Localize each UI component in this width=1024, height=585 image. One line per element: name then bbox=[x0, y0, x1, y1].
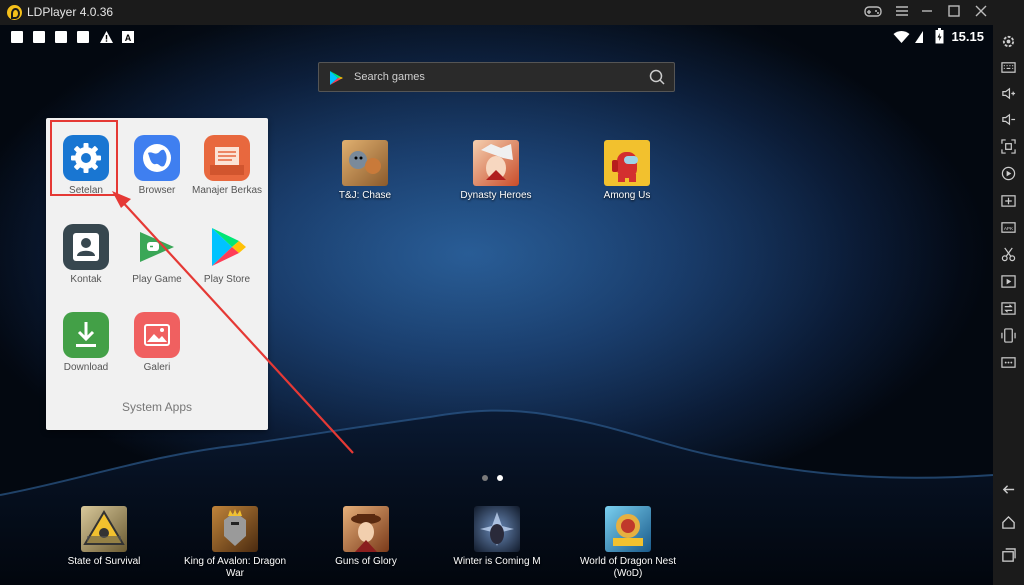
app-label: Setelan bbox=[69, 185, 103, 196]
add-instance-icon[interactable] bbox=[1001, 193, 1016, 208]
gamepad-icon[interactable] bbox=[864, 4, 882, 21]
battery-icon bbox=[935, 28, 944, 44]
signal-icon bbox=[915, 31, 923, 43]
app-label: Download bbox=[63, 362, 109, 373]
page-indicator-dot[interactable] bbox=[482, 475, 488, 481]
clock: 15.15 bbox=[951, 29, 984, 44]
warning-icon bbox=[100, 31, 113, 43]
game-icon bbox=[473, 140, 519, 186]
volume-up-icon[interactable] bbox=[1001, 86, 1016, 101]
maximize-icon[interactable] bbox=[945, 4, 963, 21]
app-label: State of Survival bbox=[67, 556, 141, 567]
app-king-of-avalon[interactable]: King of Avalon: Dragon War bbox=[175, 506, 295, 580]
search-games-bar[interactable]: Search games bbox=[318, 62, 675, 92]
system-apps-folder: Setelan Browser Manajer Berkas Kontak Pl… bbox=[46, 118, 268, 430]
notification-icon bbox=[11, 31, 23, 43]
app-world-of-dragon-nest[interactable]: World of Dragon Nest (WoD) bbox=[568, 506, 688, 580]
sync-icon[interactable] bbox=[1001, 301, 1016, 316]
play-store-icon bbox=[330, 71, 343, 85]
ldplayer-window: LDPlayer 4.0.36 A 15.15 Search games Set… bbox=[0, 0, 1024, 585]
app-dynasty-heroes[interactable]: Dynasty Heroes bbox=[436, 140, 556, 202]
keyboard-icon[interactable] bbox=[1001, 60, 1016, 75]
shake-icon[interactable] bbox=[1001, 328, 1016, 343]
folder-title: System Apps bbox=[121, 400, 193, 414]
app-manajer-berkas[interactable]: Manajer Berkas bbox=[191, 135, 263, 196]
contact-icon bbox=[63, 224, 109, 270]
back-icon[interactable] bbox=[1001, 482, 1016, 497]
app-label: World of Dragon Nest (WoD) bbox=[580, 556, 676, 579]
app-tj-chase[interactable]: T&J: Chase bbox=[305, 140, 425, 202]
volume-down-icon[interactable] bbox=[1001, 112, 1016, 127]
app-label: Kontak bbox=[70, 274, 102, 285]
game-icon bbox=[343, 506, 389, 552]
menu-icon[interactable] bbox=[893, 4, 911, 21]
app-browser[interactable]: Browser bbox=[121, 135, 193, 196]
app-label: Among Us bbox=[603, 190, 651, 201]
app-label: Galeri bbox=[143, 362, 171, 373]
app-among-us[interactable]: Among Us bbox=[567, 140, 687, 202]
gear-icon bbox=[63, 135, 109, 181]
game-icon bbox=[605, 506, 651, 552]
app-play-game[interactable]: Play Game bbox=[121, 224, 193, 285]
status-bar: A 15.15 bbox=[0, 25, 993, 49]
svg-text:A: A bbox=[125, 33, 132, 43]
app-label: Guns of Glory bbox=[335, 556, 397, 567]
android-screen: A 15.15 Search games Setelan Browser Man… bbox=[0, 25, 993, 585]
app-label: Manajer Berkas bbox=[191, 185, 263, 196]
folder-icon bbox=[204, 135, 250, 181]
game-icon bbox=[212, 506, 258, 552]
app-galeri[interactable]: Galeri bbox=[121, 312, 193, 373]
page-indicator-dot-active[interactable] bbox=[497, 475, 503, 481]
home-icon[interactable] bbox=[1001, 515, 1016, 530]
app-winter-is-coming-m[interactable]: Winter is Coming M bbox=[437, 506, 557, 568]
globe-icon bbox=[134, 135, 180, 181]
app-play-store[interactable]: Play Store bbox=[191, 224, 263, 285]
download-icon bbox=[63, 312, 109, 358]
svg-text:APK: APK bbox=[1004, 226, 1014, 231]
title-bar: LDPlayer 4.0.36 bbox=[0, 0, 1024, 25]
side-toolbar: APK bbox=[993, 25, 1024, 585]
app-download[interactable]: Download bbox=[50, 312, 122, 373]
app-setelan[interactable]: Setelan bbox=[50, 135, 122, 196]
app-label: Browser bbox=[138, 185, 176, 196]
video-icon[interactable] bbox=[1001, 274, 1016, 289]
settings-icon[interactable] bbox=[1001, 34, 1016, 49]
scissors-icon[interactable] bbox=[1001, 247, 1016, 262]
app-label: Dynasty Heroes bbox=[460, 190, 532, 201]
app-guns-of-glory[interactable]: Guns of Glory bbox=[306, 506, 426, 568]
game-icon bbox=[81, 506, 127, 552]
screenshot-icon[interactable] bbox=[1001, 139, 1016, 154]
keyboard-a-icon: A bbox=[122, 31, 134, 43]
window-title: LDPlayer 4.0.36 bbox=[27, 5, 114, 19]
minimize-icon[interactable] bbox=[918, 4, 936, 21]
game-icon bbox=[474, 506, 520, 552]
search-icon[interactable] bbox=[649, 69, 665, 85]
close-icon[interactable] bbox=[972, 4, 990, 21]
search-input[interactable]: Search games bbox=[354, 71, 425, 83]
wifi-icon bbox=[893, 31, 910, 43]
recent-apps-icon[interactable] bbox=[1001, 548, 1016, 563]
game-icon bbox=[604, 140, 650, 186]
app-kontak[interactable]: Kontak bbox=[50, 224, 122, 285]
ldplayer-logo-icon bbox=[7, 5, 22, 20]
app-label: T&J: Chase bbox=[338, 190, 392, 201]
game-icon bbox=[342, 140, 388, 186]
play-store-icon bbox=[204, 224, 250, 270]
apk-install-icon[interactable]: APK bbox=[1001, 220, 1016, 235]
app-state-of-survival[interactable]: State of Survival bbox=[44, 506, 164, 568]
app-label: Play Game bbox=[132, 274, 182, 285]
gallery-icon bbox=[134, 312, 180, 358]
app-label: Play Store bbox=[203, 274, 251, 285]
notification-icon bbox=[55, 31, 67, 43]
app-label: King of Avalon: Dragon War bbox=[183, 556, 287, 579]
play-games-icon bbox=[134, 224, 180, 270]
app-label: Winter is Coming M bbox=[453, 556, 541, 567]
record-icon[interactable] bbox=[1001, 166, 1016, 181]
more-icon[interactable] bbox=[1001, 355, 1016, 370]
notification-icon bbox=[33, 31, 45, 43]
notification-icon bbox=[77, 31, 89, 43]
